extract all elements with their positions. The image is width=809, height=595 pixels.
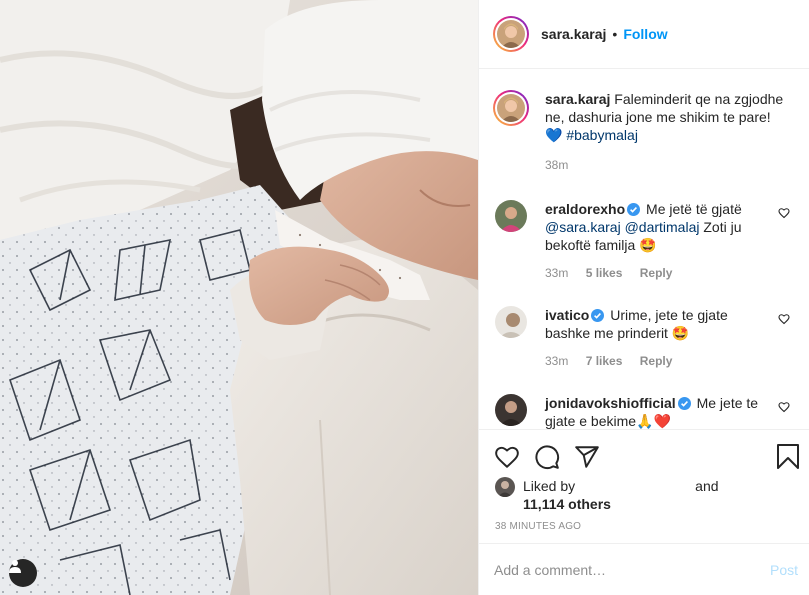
comment-text-block: eraldorexho Me jetë të gjatë @sara.karaj…	[545, 200, 772, 254]
like-button[interactable]	[494, 444, 520, 470]
comment-username[interactable]: jonidavokshiofficial	[545, 395, 676, 411]
likes-summary: Liked by and 11,114 others	[495, 477, 719, 513]
post-timestamp[interactable]: 38 MINUTES AGO	[495, 521, 581, 532]
caption-text-block: sara.karaj Faleminderit qe na zgjodhe ne…	[545, 90, 793, 144]
reply-button[interactable]: Reply	[640, 354, 673, 368]
mention-link[interactable]: @dartimalaj	[625, 219, 700, 235]
small-heart-icon	[778, 314, 790, 325]
bookmark-icon	[777, 444, 799, 469]
likes-text: Liked by and 11,114 others	[523, 477, 719, 513]
comment-like-button[interactable]	[778, 400, 790, 418]
comment-username[interactable]: ivatico	[545, 307, 589, 323]
author-avatar[interactable]	[493, 16, 529, 52]
comments-list[interactable]: sara.karaj Faleminderit qe na zgjodhe ne…	[479, 70, 809, 429]
small-heart-icon	[778, 402, 790, 413]
comment-avatar[interactable]	[495, 394, 527, 426]
follow-button[interactable]: Follow	[623, 26, 667, 42]
comment-avatar[interactable]	[495, 306, 527, 338]
reply-button[interactable]: Reply	[640, 266, 673, 280]
post-caption: sara.karaj Faleminderit qe na zgjodhe ne…	[493, 90, 793, 172]
caption-time[interactable]: 38m	[545, 158, 793, 172]
liker-avatar-image	[495, 477, 515, 497]
comment-time[interactable]: 33m	[545, 354, 568, 368]
verified-icon	[627, 203, 641, 216]
liker-avatar[interactable]	[495, 477, 515, 497]
user-tag-button[interactable]	[9, 559, 37, 587]
verified-icon	[677, 397, 691, 410]
photo-illustration	[0, 0, 478, 595]
comment-emoji: 🙏❤️	[636, 413, 671, 429]
comment-item: eraldorexho Me jetë të gjatë @sara.karaj…	[493, 200, 798, 280]
comment-input[interactable]	[494, 561, 770, 578]
post-header: sara.karaj • Follow	[479, 0, 809, 69]
comment-avatar[interactable]	[495, 200, 527, 232]
comment-text-block: ivatico Urime, jete te gjate bashke me p…	[545, 306, 772, 342]
comment-likes[interactable]: 5 likes	[586, 266, 623, 280]
comment-meta: 33m 5 likes Reply	[545, 266, 798, 280]
comment-like-button[interactable]	[778, 312, 790, 330]
likes-count[interactable]: 11,114 others	[523, 496, 611, 512]
separator-dot: •	[612, 26, 618, 42]
heart-icon	[495, 446, 519, 468]
comment-likes[interactable]: 7 likes	[586, 354, 623, 368]
small-heart-icon	[778, 208, 790, 219]
commenter-avatar-image	[495, 394, 527, 426]
comment-emoji: 🤩	[639, 237, 657, 253]
caption-emoji: 💙	[545, 127, 563, 143]
liked-by-label: Liked by	[523, 478, 576, 494]
caption-username[interactable]: sara.karaj	[545, 91, 610, 107]
comment-icon	[535, 445, 560, 470]
mention-link[interactable]: @sara.karaj	[545, 219, 621, 235]
user-tag-icon	[9, 560, 21, 573]
post-comment-button[interactable]: Post	[770, 562, 798, 578]
comment-text: Me jetë të gjatë	[646, 201, 742, 217]
share-button[interactable]	[574, 444, 600, 470]
caption-avatar[interactable]	[493, 90, 529, 126]
commenter-avatar-image	[495, 200, 527, 232]
author-avatar-image	[497, 20, 525, 48]
comment-item: ivatico Urime, jete te gjate bashke me p…	[493, 306, 798, 368]
caption-hashtag[interactable]: #babymalaj	[566, 127, 638, 143]
comment-like-button[interactable]	[778, 206, 790, 224]
verified-icon	[591, 309, 605, 322]
comment-item: jonidavokshiofficial Me jete te gjate e …	[493, 394, 798, 429]
caption-avatar-image	[497, 94, 525, 122]
save-button[interactable]	[776, 444, 800, 475]
post-photo[interactable]	[0, 0, 478, 595]
comment-emoji: 🤩	[671, 325, 690, 341]
post-side-panel: sara.karaj • Follow sara.karaj Faleminde…	[478, 0, 809, 595]
post-actions-section: Liked by and 11,114 others 38 MINUTES AGO	[479, 429, 809, 543]
add-comment-bar: Post	[479, 543, 809, 595]
author-username[interactable]: sara.karaj	[541, 26, 606, 42]
comment-text-block: jonidavokshiofficial Me jete te gjate e …	[545, 394, 772, 429]
comment-button[interactable]	[534, 444, 560, 470]
share-icon	[575, 446, 599, 468]
comment-username[interactable]: eraldorexho	[545, 201, 625, 217]
and-label: and	[695, 478, 719, 494]
comment-meta: 33m 7 likes Reply	[545, 354, 798, 368]
comment-time[interactable]: 33m	[545, 266, 568, 280]
commenter-avatar-image	[495, 306, 527, 338]
action-bar	[494, 444, 600, 470]
